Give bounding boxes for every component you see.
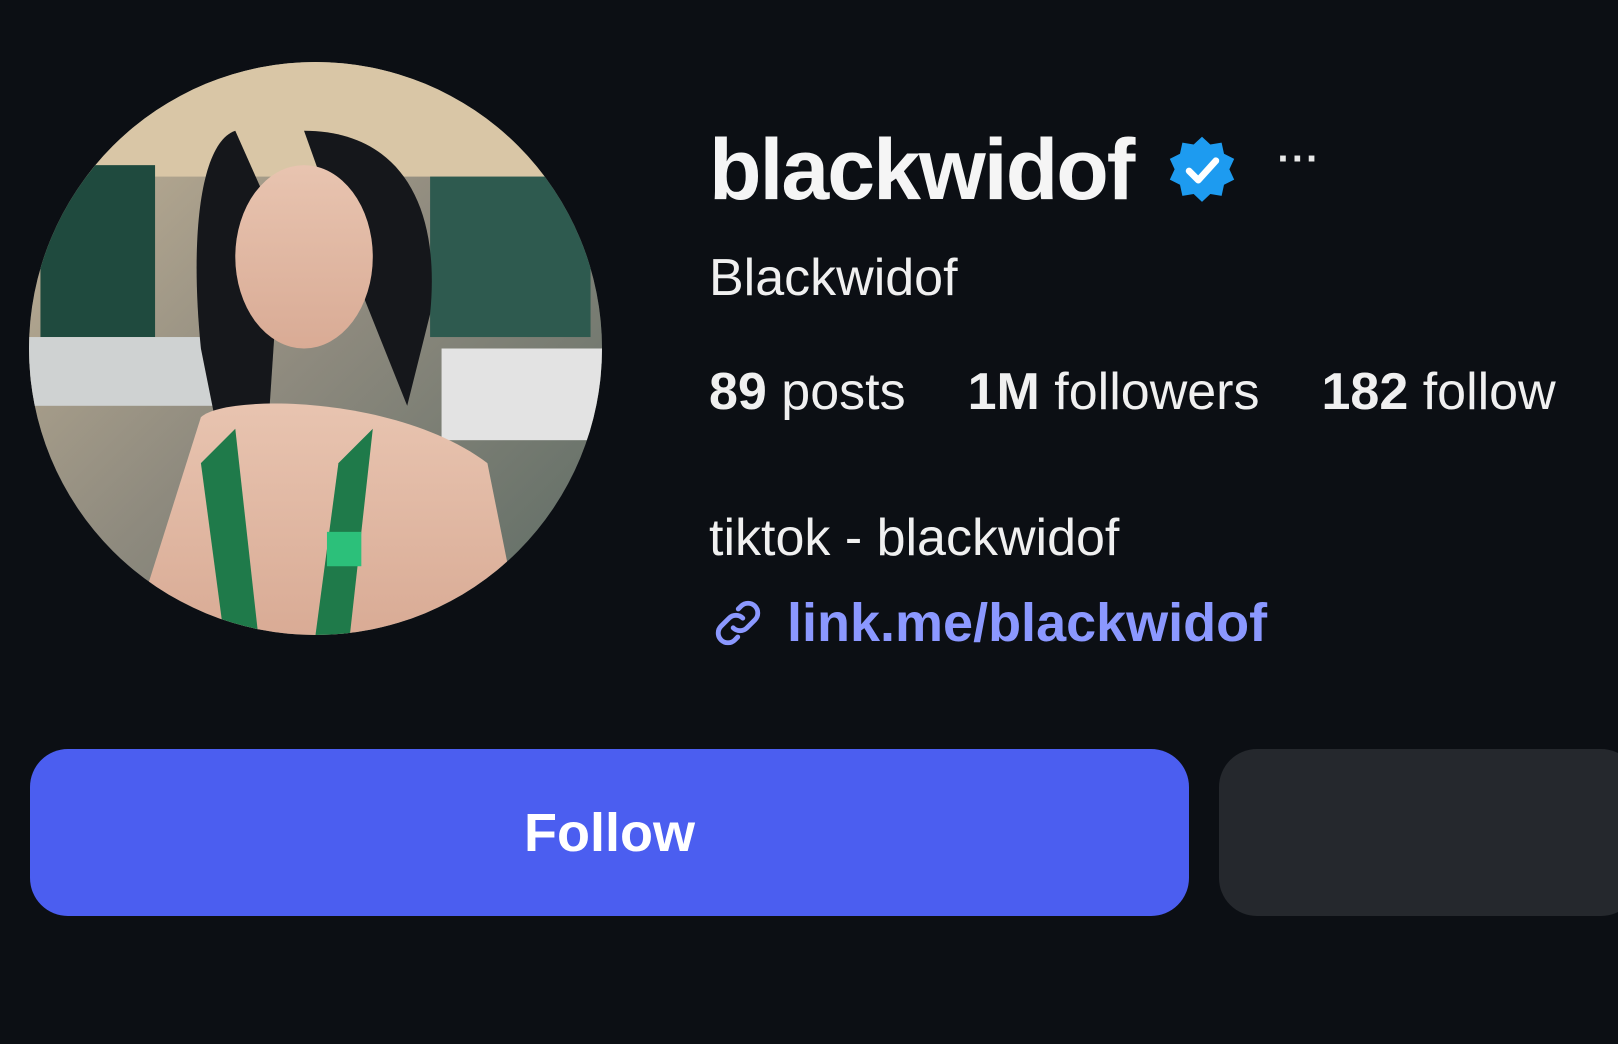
message-button[interactable] [1219, 749, 1618, 916]
profile-avatar[interactable] [29, 62, 602, 635]
followers-label: followers [1054, 363, 1260, 421]
username: blackwidof [709, 122, 1135, 218]
follow-button[interactable]: Follow [30, 749, 1189, 916]
display-name: Blackwidof [709, 249, 958, 307]
following-stat[interactable]: 182 follow [1321, 362, 1555, 422]
following-count: 182 [1321, 363, 1409, 421]
posts-count: 89 [709, 363, 767, 421]
bio-text: tiktok - blackwidof [709, 509, 1120, 567]
profile-link[interactable]: link.me/blackwidof [709, 592, 1267, 654]
more-options-icon[interactable]: ··· [1277, 137, 1320, 182]
link-text: link.me/blackwidof [787, 593, 1268, 653]
followers-stat[interactable]: 1M followers [968, 362, 1260, 422]
followers-count: 1M [967, 363, 1040, 421]
posts-label: posts [781, 363, 906, 421]
posts-stat[interactable]: 89 posts [709, 362, 906, 422]
following-label: follow [1422, 363, 1556, 421]
profile-stats: 89 posts 1M followers 182 follow [709, 362, 1618, 422]
link-icon [709, 594, 767, 652]
verified-badge-icon [1165, 133, 1239, 207]
username-row: blackwidof ··· [709, 120, 1320, 220]
